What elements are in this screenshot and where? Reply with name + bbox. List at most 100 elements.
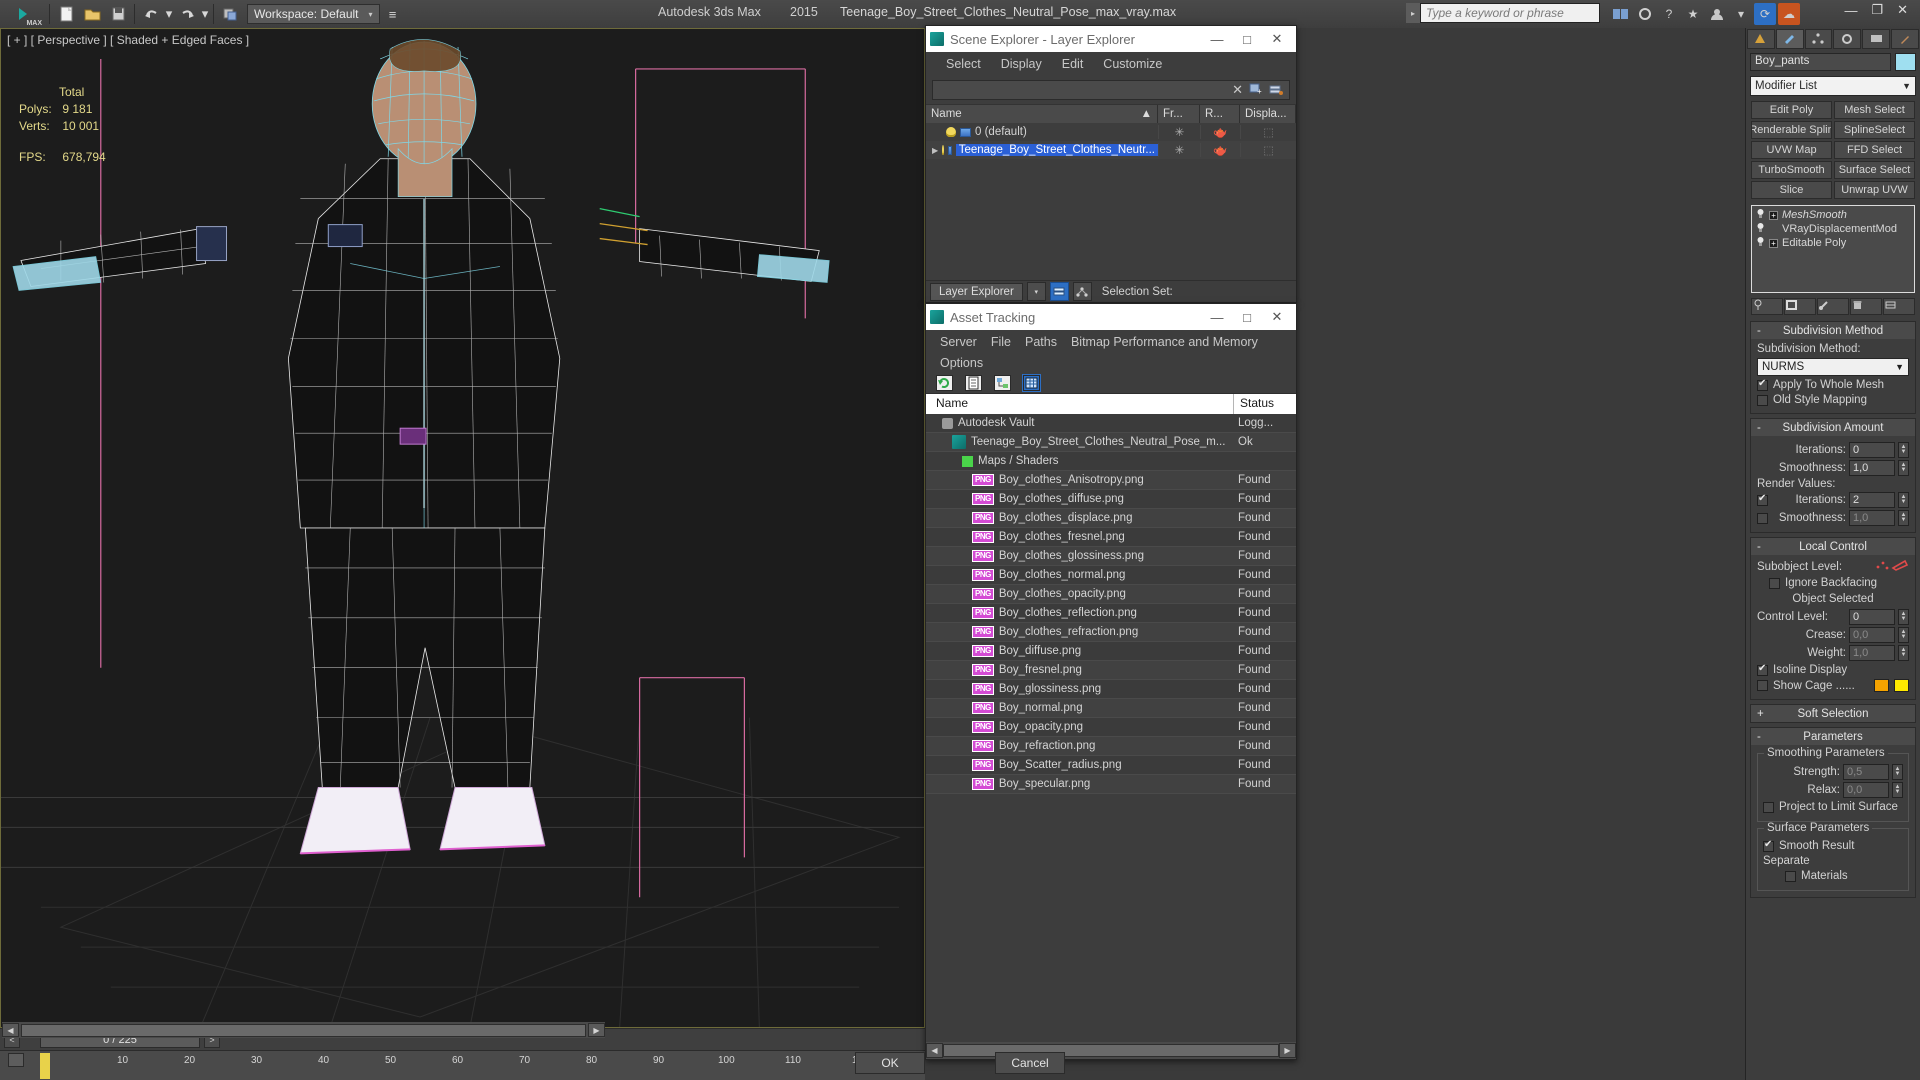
checkbox-icon[interactable] <box>1757 512 1768 524</box>
asset-tracking-window[interactable]: Asset Tracking — □ ✕ Server File Paths B… <box>925 303 1297 1060</box>
tab-dropdown-icon[interactable]: ▾ <box>1026 282 1046 301</box>
iterations-field[interactable]: 0 <box>1849 442 1895 458</box>
rollout-header[interactable]: - Local Control <box>1751 538 1915 555</box>
modifier-button[interactable]: Mesh Select <box>1834 101 1915 119</box>
modifier-button[interactable]: TurboSmooth <box>1751 161 1832 179</box>
search-input[interactable]: Type a keyword or phrase <box>1420 3 1600 23</box>
spinner-icon[interactable]: ▲ ▼ <box>1892 764 1903 780</box>
freeze-cell[interactable]: ✳ <box>1158 125 1200 139</box>
table-row[interactable]: PNG Boy_clothes_reflection.png Found <box>926 604 1296 623</box>
expand-arrow-icon[interactable]: ▶ <box>932 146 938 155</box>
object-name-field[interactable]: Boy_pants <box>1750 53 1891 71</box>
relax-field[interactable]: 0,0 <box>1843 782 1889 798</box>
remove-modifier-icon[interactable] <box>1850 298 1882 315</box>
scroll-right-icon[interactable]: ▶ <box>588 1023 605 1037</box>
configure-modifier-sets-icon[interactable] <box>1883 298 1915 315</box>
grid-view-icon[interactable] <box>1022 373 1041 392</box>
tab-motion[interactable] <box>1833 29 1862 49</box>
menu-bitmap-performance[interactable]: Bitmap Performance and Memory <box>1071 335 1258 349</box>
strength-field[interactable]: 0,5 <box>1843 764 1889 780</box>
open-file-icon[interactable] <box>79 2 105 26</box>
column-display[interactable]: Displa... <box>1240 105 1296 123</box>
cage-color-swatch-1[interactable] <box>1874 679 1889 692</box>
minimize-button[interactable]: — <box>1202 27 1232 51</box>
modifier-stack[interactable]: + MeshSmooth VRayDisplacementMod + Editable … <box>1751 205 1915 293</box>
scroll-left-icon[interactable]: ◀ <box>2 1023 19 1037</box>
checkbox-icon[interactable] <box>1757 493 1768 506</box>
scene-explorer-search-row[interactable]: ✕ + <box>932 80 1290 100</box>
vertex-subobject-icon[interactable] <box>1875 559 1891 574</box>
modifier-stack-item[interactable]: VRayDisplacementMod <box>1754 222 1912 236</box>
table-row[interactable]: PNG Boy_clothes_normal.png Found <box>926 566 1296 585</box>
list-view-icon[interactable] <box>965 374 982 391</box>
modifier-button-grid[interactable]: Edit Poly Mesh Select Renderable Splin Spli… <box>1746 98 1920 202</box>
collapse-marker[interactable]: - <box>1757 422 1761 434</box>
column-render[interactable]: R... <box>1200 105 1240 123</box>
display-cell[interactable]: ⬚ <box>1240 125 1296 139</box>
modifier-button[interactable]: SplineSelect <box>1834 121 1915 139</box>
collapse-marker[interactable]: + <box>1757 708 1764 720</box>
search-expand-icon[interactable]: ▸ <box>1406 3 1420 23</box>
modifier-button[interactable]: Edit Poly <box>1751 101 1832 119</box>
spinner-icon[interactable]: ▲ ▼ <box>1898 609 1909 625</box>
table-row[interactable]: PNG Boy_diffuse.png Found <box>926 642 1296 661</box>
table-row[interactable]: PNG Boy_refraction.png Found <box>926 737 1296 756</box>
ignore-backfacing-checkbox[interactable]: Ignore Backfacing <box>1769 577 1909 589</box>
tab-display[interactable] <box>1862 29 1891 49</box>
sync-icon[interactable]: ⟳ <box>1754 3 1776 25</box>
menu-file[interactable]: File <box>991 335 1011 349</box>
materials-checkbox[interactable]: Materials <box>1785 870 1903 882</box>
modifier-toggle-icon[interactable] <box>1756 236 1765 250</box>
modifier-button[interactable]: Surface Select <box>1834 161 1915 179</box>
checkbox-icon[interactable] <box>1757 663 1768 676</box>
spinner-icon[interactable]: ▲ ▼ <box>1892 782 1903 798</box>
layer-explorer-tab[interactable]: Layer Explorer <box>930 282 1023 301</box>
menu-paths[interactable]: Paths <box>1025 335 1057 349</box>
minimize-button[interactable]: — <box>1202 305 1232 329</box>
table-row[interactable]: PNG Boy_opacity.png Found <box>926 718 1296 737</box>
checkbox-icon[interactable] <box>1785 870 1796 882</box>
apply-to-whole-mesh-checkbox[interactable]: Apply To Whole Mesh <box>1757 378 1909 391</box>
asset-tracking-list[interactable]: Autodesk Vault Logg... Teenage_Boy_Street_… <box>926 414 1296 794</box>
checkbox-icon[interactable] <box>1757 394 1768 406</box>
chevron-down-icon[interactable]: ▼ <box>1895 362 1904 372</box>
table-row[interactable]: PNG Boy_clothes_opacity.png Found <box>926 585 1296 604</box>
spinner-icon[interactable]: ▲ ▼ <box>1898 442 1909 458</box>
checkbox-icon[interactable] <box>1757 680 1768 691</box>
modifier-stack-item[interactable]: + Editable Poly <box>1754 236 1912 250</box>
rollout-header[interactable]: + Soft Selection <box>1751 705 1915 722</box>
close-button[interactable]: ✕ <box>1262 27 1292 51</box>
spinner-icon[interactable]: ▲ ▼ <box>1898 492 1909 508</box>
rollout-subdivision-amount[interactable]: - Subdivision Amount Iterations: 0 ▲ ▼ Sm… <box>1750 418 1916 533</box>
table-row[interactable]: PNG Boy_specular.png Found <box>926 775 1296 794</box>
rollout-header[interactable]: - Parameters <box>1751 728 1915 745</box>
menu-edit[interactable]: Edit <box>1062 57 1084 71</box>
tab-utilities[interactable] <box>1891 29 1919 49</box>
control-level-field[interactable]: 0 <box>1849 609 1895 625</box>
collapse-marker[interactable]: - <box>1757 731 1761 743</box>
maximize-button[interactable]: □ <box>1232 305 1262 329</box>
star-icon[interactable]: ★ <box>1682 3 1704 25</box>
expand-plus-icon[interactable]: + <box>1769 238 1778 248</box>
modifier-stack-item[interactable]: + MeshSmooth <box>1754 208 1912 222</box>
table-row[interactable]: PNG Boy_clothes_fresnel.png Found <box>926 528 1296 547</box>
modifier-button[interactable]: Slice <box>1751 181 1832 199</box>
freeze-cell[interactable]: ✳ <box>1158 143 1200 157</box>
layer-options-icon[interactable] <box>1269 82 1283 98</box>
render-smoothness-field[interactable]: 1,0 <box>1849 510 1895 526</box>
layer-view-button[interactable] <box>1049 282 1069 301</box>
scrollbar-thumb[interactable] <box>21 1023 586 1037</box>
rollout-parameters[interactable]: - Parameters Smoothing Parameters Streng… <box>1750 727 1916 898</box>
workspace-selector[interactable]: Workspace: Default ▾ <box>247 4 380 24</box>
new-file-icon[interactable] <box>53 2 79 26</box>
old-style-mapping-checkbox[interactable]: Old Style Mapping <box>1757 394 1909 406</box>
column-name[interactable]: Name <box>926 394 1234 414</box>
crease-field[interactable]: 0,0 <box>1849 627 1895 643</box>
rollout-header[interactable]: - Subdivision Amount <box>1751 419 1915 436</box>
save-file-icon[interactable] <box>105 2 131 26</box>
modifier-button[interactable]: UVW Map <box>1751 141 1832 159</box>
project-to-limit-surface-checkbox[interactable]: Project to Limit Surface <box>1763 801 1903 813</box>
perspective-viewport[interactable]: [ + ] [ Perspective ] [ Shaded + Edged F… <box>0 28 925 1028</box>
tab-hierarchy[interactable] <box>1804 29 1833 49</box>
checkbox-icon[interactable] <box>1769 577 1780 589</box>
